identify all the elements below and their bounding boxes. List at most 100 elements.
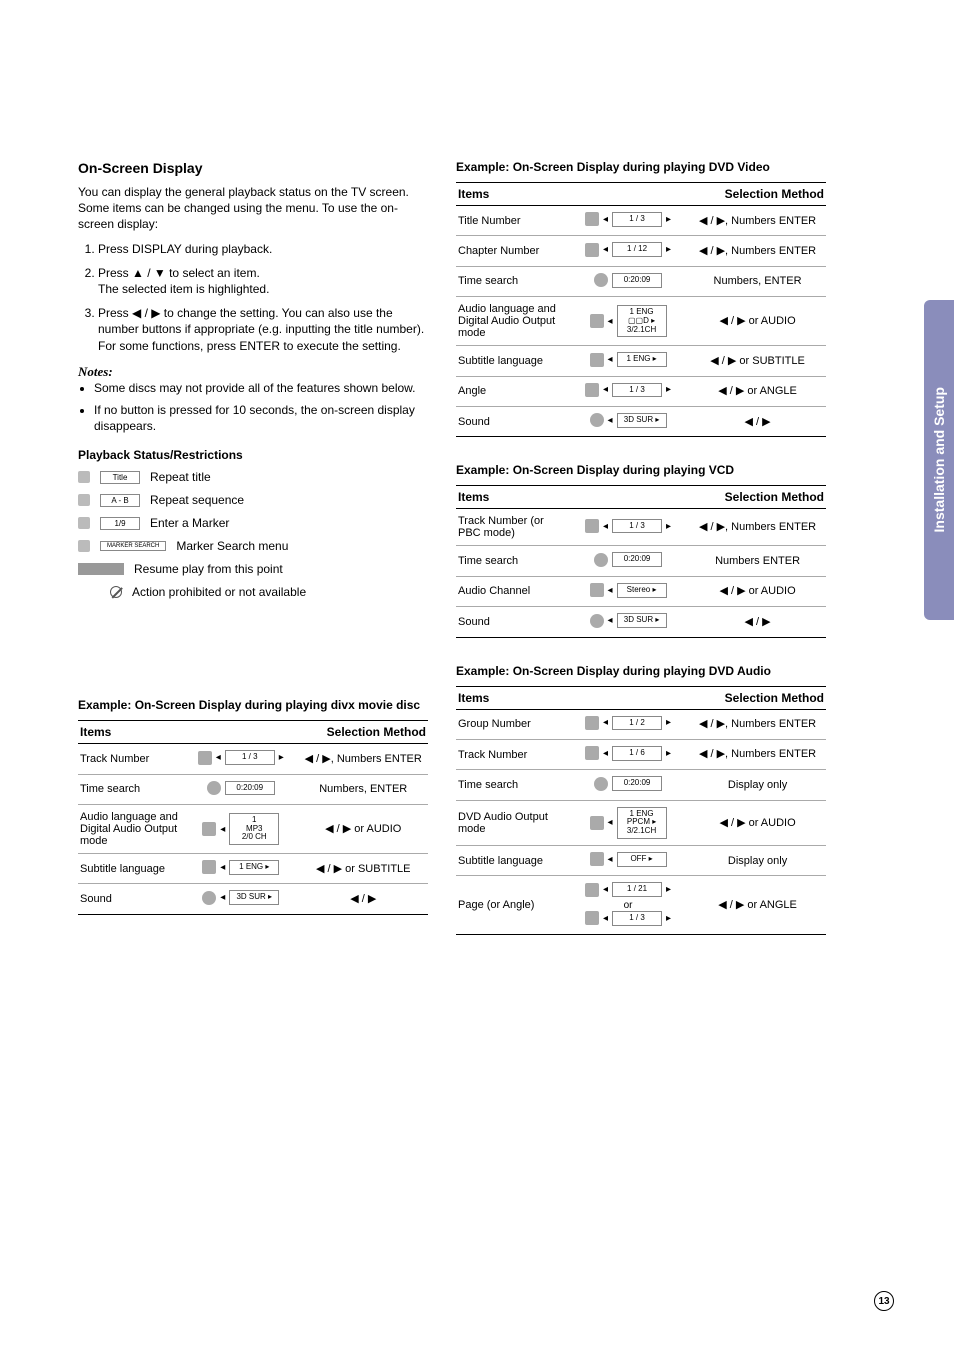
item-sel: ◀ / ▶ or AUDIO <box>689 800 826 845</box>
status-text: Repeat title <box>150 470 211 484</box>
step-2: Press ▲ / ▼ to select an item. The selec… <box>98 265 428 297</box>
item-sel: ◀ / ▶, Numbers ENTER <box>689 236 826 266</box>
table-row: Track Number ◂1 / 3▸ ◀ / ▶, Numbers ENTE… <box>78 744 428 774</box>
item-name: Title Number <box>456 206 567 236</box>
resume-icon <box>78 563 124 575</box>
item-name: Track Number (or PBC mode) <box>456 509 567 546</box>
note-item: If no button is pressed for 10 seconds, … <box>94 402 428 434</box>
dvda-table: Items Selection Method Group Number ◂1 /… <box>456 686 826 936</box>
item-chip: ◂1 / 3▸ <box>567 376 689 406</box>
item-chip: ◂1 / 21▸ or ◂1 / 3▸ <box>567 876 689 935</box>
item-sel: ◀ / ▶, Numbers ENTER <box>299 744 429 774</box>
item-sel: ◀ / ▶ or ANGLE <box>689 876 826 935</box>
table-title: Example: On-Screen Display during playin… <box>456 463 826 477</box>
item-chip: 0:20:09 <box>183 774 299 804</box>
table-row: Sound ◂3D SUR ▸ ◀ / ▶ <box>456 406 826 436</box>
step-2a: Press ▲ / ▼ to select an item. <box>98 266 260 280</box>
marker-icon <box>78 517 90 529</box>
angle-icon <box>585 911 599 925</box>
item-chip: ◂3D SUR ▸ <box>183 884 299 914</box>
page-number-value: 13 <box>878 1296 889 1307</box>
right-column: Example: On-Screen Display during playin… <box>456 160 826 961</box>
item-sel: ◀ / ▶ or SUBTITLE <box>689 346 826 376</box>
disc-icon <box>585 519 599 533</box>
clock-icon <box>594 777 608 791</box>
table-row: Title Number ◂1 / 3▸ ◀ / ▶, Numbers ENTE… <box>456 206 826 236</box>
item-name: Audio language and Digital Audio Output … <box>78 805 183 854</box>
marker-search-icon <box>78 540 90 552</box>
sound-icon <box>202 891 216 905</box>
status-heading: Playback Status/Restrictions <box>78 448 428 462</box>
table-row: Page (or Angle) ◂1 / 21▸ or ◂1 / 3▸ ◀ / … <box>456 876 826 935</box>
status-text: Repeat sequence <box>150 493 244 507</box>
step-3: Press ◀ / ▶ to change the setting. You c… <box>98 305 428 354</box>
status-row: MARKER SEARCH Marker Search menu <box>78 539 428 553</box>
notes-list: Some discs may not provide all of the fe… <box>78 380 428 435</box>
item-name: DVD Audio Output mode <box>456 800 567 845</box>
item-name: Audio Channel <box>456 576 567 606</box>
angle-icon <box>585 383 599 397</box>
item-name: Time search <box>456 546 567 576</box>
sound-icon <box>590 614 604 628</box>
item-chip: ◂OFF ▸ <box>567 846 689 876</box>
item-name: Subtitle language <box>456 846 567 876</box>
group-icon <box>585 716 599 730</box>
item-sel: Numbers, ENTER <box>299 774 429 804</box>
prohibit-icon <box>110 586 122 598</box>
item-chip: ◂3D SUR ▸ <box>567 406 689 436</box>
status-row: Title Repeat title <box>78 470 428 484</box>
step-1: Press DISPLAY during playback. <box>98 241 428 257</box>
item-chip: ◂1 ENG ▸ <box>567 346 689 376</box>
item-name: Chapter Number <box>456 236 567 266</box>
item-sel: ◀ / ▶, Numbers ENTER <box>689 509 826 546</box>
table-row: Track Number (or PBC mode) ◂1 / 3▸ ◀ / ▶… <box>456 509 826 546</box>
table-row: DVD Audio Output mode ◂1 ENGPPCM ▸3/2.1C… <box>456 800 826 845</box>
status-row: A - B Repeat sequence <box>78 493 428 507</box>
status-chip: 1/9 <box>100 517 140 530</box>
page-number: 13 <box>874 1291 894 1311</box>
table-row: Time search 0:20:09 Numbers, ENTER <box>78 774 428 804</box>
disc-icon <box>585 212 599 226</box>
item-name: Time search <box>456 770 567 800</box>
table-row: Sound ◂3D SUR ▸ ◀ / ▶ <box>78 884 428 914</box>
page-icon <box>585 883 599 897</box>
item-sel: ◀ / ▶ <box>689 406 826 436</box>
subtitle-icon <box>590 353 604 367</box>
item-chip: 0:20:09 <box>567 546 689 576</box>
left-column: On-Screen Display You can display the ge… <box>78 160 428 961</box>
item-sel: ◀ / ▶ or AUDIO <box>689 297 826 346</box>
col-selection: Selection Method <box>299 721 429 744</box>
item-sel: ◀ / ▶ or AUDIO <box>689 576 826 606</box>
item-name: Sound <box>456 607 567 637</box>
item-name: Time search <box>78 774 183 804</box>
item-name: Subtitle language <box>78 854 183 884</box>
item-chip: ◂1 / 3▸ <box>567 509 689 546</box>
item-sel: Display only <box>689 846 826 876</box>
status-text: Marker Search menu <box>176 539 288 553</box>
table-row: Group Number ◂1 / 2▸ ◀ / ▶, Numbers ENTE… <box>456 709 826 739</box>
item-sel: ◀ / ▶, Numbers ENTER <box>689 206 826 236</box>
dvdv-table: Items Selection Method Title Number ◂1 /… <box>456 182 826 437</box>
status-chip: MARKER SEARCH <box>100 541 166 551</box>
col-items: Items <box>78 721 183 744</box>
status-text: Resume play from this point <box>134 562 283 576</box>
item-name: Sound <box>78 884 183 914</box>
section-tab: Installation and Setup <box>924 300 954 620</box>
item-chip: ◂1 ENG ▸ <box>183 854 299 884</box>
item-chip: 0:20:09 <box>567 266 689 296</box>
item-sel: ◀ / ▶ or ANGLE <box>689 376 826 406</box>
status-row: Action prohibited or not available <box>78 585 428 599</box>
repeat-icon <box>78 494 90 506</box>
item-sel: ◀ / ▶ or AUDIO <box>299 805 429 854</box>
item-chip: ◂Stereo ▸ <box>567 576 689 606</box>
table-row: Sound ◂3D SUR ▸ ◀ / ▶ <box>456 607 826 637</box>
audio-icon <box>590 314 604 328</box>
item-sel: Numbers, ENTER <box>689 266 826 296</box>
status-row: 1/9 Enter a Marker <box>78 516 428 530</box>
subtitle-icon <box>202 860 216 874</box>
col-items: Items <box>456 183 567 206</box>
table-row: Time search 0:20:09 Numbers, ENTER <box>456 266 826 296</box>
table-row: Subtitle language ◂1 ENG ▸ ◀ / ▶ or SUBT… <box>78 854 428 884</box>
status-row: Resume play from this point <box>78 562 428 576</box>
item-chip: ◂1MP32/0 CH <box>183 805 299 854</box>
